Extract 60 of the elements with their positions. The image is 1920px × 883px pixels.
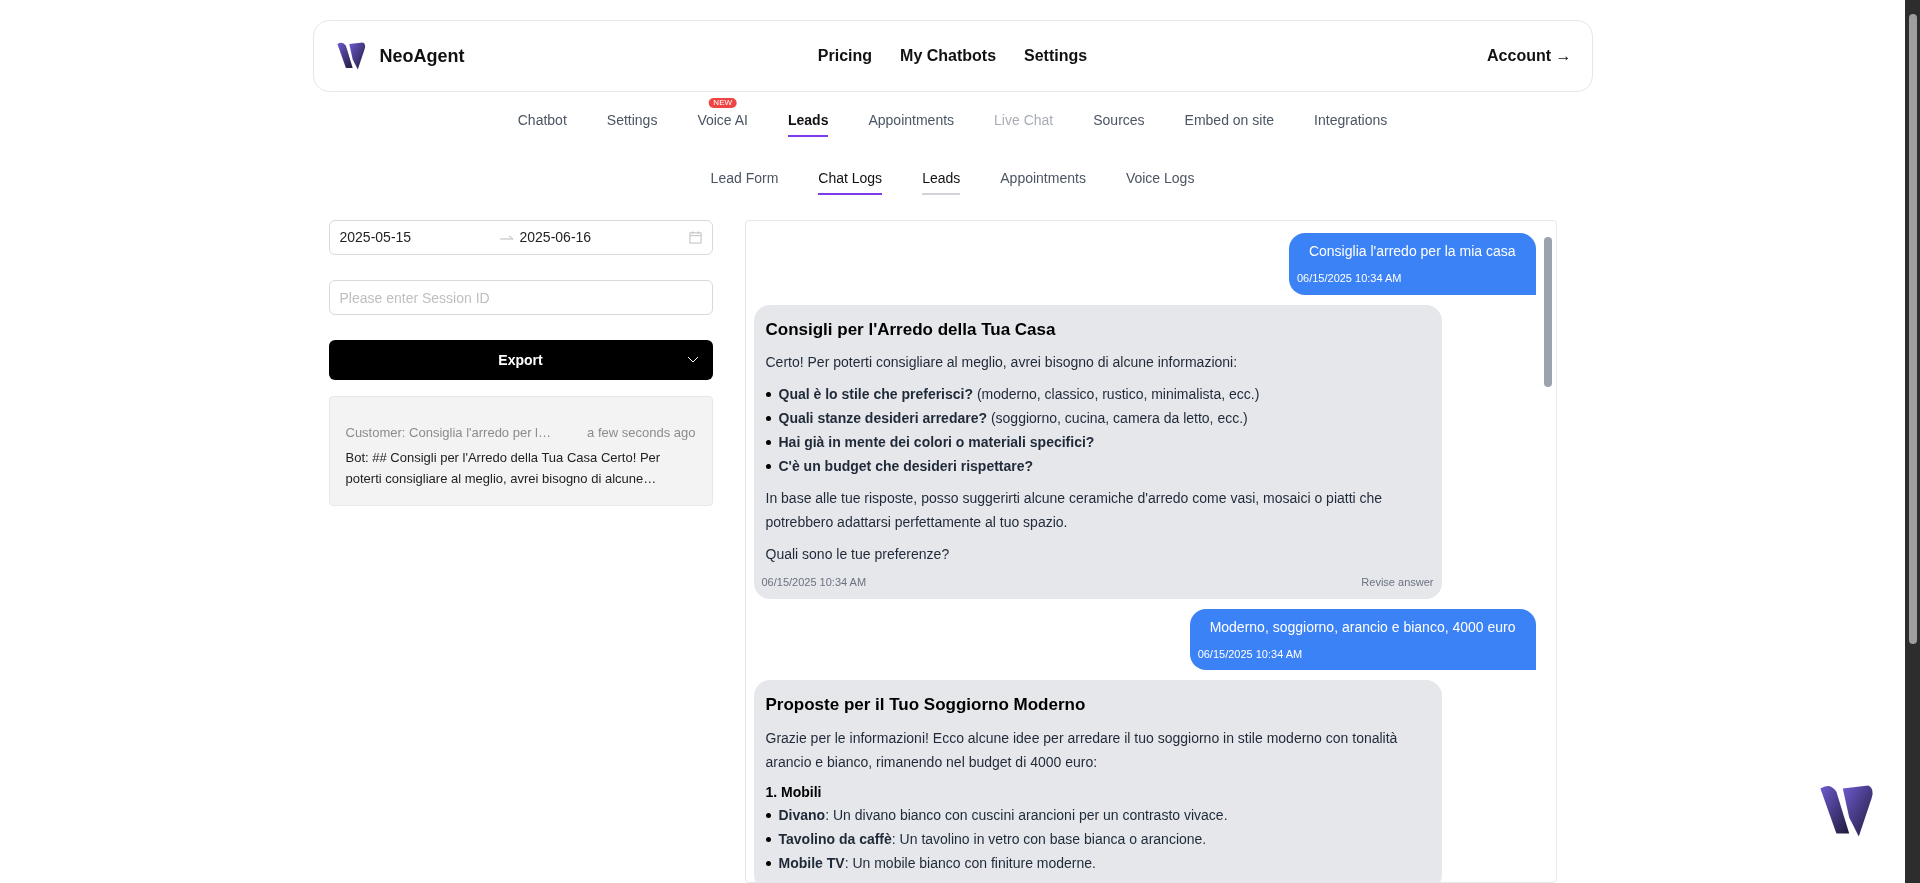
message-paragraph: Quali sono le tue preferenze? bbox=[765, 545, 951, 564]
nav-tab[interactable]: Settings bbox=[606, 110, 658, 137]
bullet-icon bbox=[765, 440, 771, 445]
message-paragraph: In base alle tue risposte, posso suggerirti alcune ceramiche d'arredo come vasi, mosaici o piatti che potrebbero adattarsi perfettamente al tuo spazio. bbox=[765, 489, 1384, 532]
nav-tab[interactable]: Chatbot bbox=[517, 110, 567, 137]
nav-tab[interactable]: Voice AI bbox=[697, 110, 748, 137]
session-id-field[interactable]: Please enter Session ID bbox=[328, 280, 713, 315]
nav-link[interactable]: Pricing bbox=[817, 44, 873, 68]
list-item: Mobile TV: Un mobile bianco con finiture moderne. bbox=[778, 853, 1096, 873]
message-subheading: 1. Mobili bbox=[765, 782, 823, 802]
message-paragraph: Certo! Per poterti consigliare al meglio, avrei bisogno di alcune informazioni: bbox=[765, 353, 1239, 372]
revise-answer-link[interactable]: Revise answer bbox=[1361, 574, 1434, 591]
start-date: 2025-05-15 bbox=[339, 228, 413, 247]
bullet-icon bbox=[765, 464, 771, 469]
message-heading: Consigli per l'Arredo della Tua Casa bbox=[765, 318, 1057, 341]
scrollbar[interactable] bbox=[1543, 237, 1552, 387]
nav-tab[interactable]: Sources bbox=[1093, 110, 1145, 137]
bullet-icon bbox=[765, 416, 771, 421]
sub-tab[interactable]: Appointments bbox=[1000, 168, 1086, 195]
calendar-icon bbox=[688, 231, 702, 244]
chevron-down-icon bbox=[686, 356, 699, 364]
bullet-icon bbox=[765, 812, 771, 818]
list-item: Qual è lo stile che preferisci? (moderno, classico, rustico, minimalista, ecc.) bbox=[778, 385, 1260, 404]
customer-preview: Customer: Consiglia l'arredo per l… bbox=[345, 424, 551, 442]
date-range-field[interactable]: 2025-05-15 2025-06-16 bbox=[328, 220, 713, 255]
brand-name[interactable]: NeoAgent bbox=[379, 42, 465, 70]
list-item: Quali stanze desideri arredare? (soggiorno, cucina, camera da letto, ecc.) bbox=[778, 409, 1248, 428]
nav-tab[interactable]: Integrations bbox=[1314, 110, 1388, 137]
nav-link[interactable]: My Chatbots bbox=[900, 44, 997, 68]
nav-tab[interactable]: Leads bbox=[788, 110, 829, 137]
sub-tab[interactable]: Chat Logs bbox=[818, 168, 883, 195]
arrow-icon bbox=[499, 234, 514, 241]
export-button[interactable]: Export bbox=[328, 340, 713, 380]
list-item: Hai già in mente dei colori o materiali specifici? bbox=[778, 433, 1095, 452]
scrollbar-thumb[interactable] bbox=[1908, 14, 1917, 644]
new-badge: NEW bbox=[708, 98, 737, 108]
session-time: a few seconds ago bbox=[587, 424, 696, 442]
nav-tab[interactable]: Appointments bbox=[868, 110, 955, 137]
bullet-icon bbox=[765, 392, 771, 397]
nav-tab[interactable]: Embed on site bbox=[1184, 110, 1275, 137]
nav-link[interactable]: Settings bbox=[1024, 44, 1088, 68]
message-paragraph: Grazie per le informazioni! Ecco alcune idee per arredare il tuo soggiorno in stile moderno con tonalità arancio e bianco, rimanendo nel budget di 4000 euro: bbox=[765, 728, 1399, 772]
sub-tab[interactable]: Voice Logs bbox=[1125, 168, 1195, 195]
message-text: Consiglia l'arredo per la mia casa bbox=[1307, 242, 1517, 261]
message-time: 06/15/2025 10:34 AM bbox=[1197, 646, 1304, 662]
list-item: C'è un budget che desideri rispettare? bbox=[778, 457, 1034, 476]
bot-preview: Bot: ## Consigli per l'Arredo della Tua Casa Certo! Per poterti consigliare al meglio, avrei bisogno di alcune… bbox=[345, 448, 662, 488]
end-date: 2025-06-16 bbox=[519, 228, 593, 247]
message-text: Moderno, soggiorno, arancio e bianco, 4000 euro bbox=[1208, 617, 1517, 637]
sub-tab[interactable]: Leads bbox=[922, 168, 961, 195]
message-time: 06/15/2025 10:34 AM bbox=[761, 575, 867, 590]
list-item: Divano: Un divano bianco con cuscini arancioni per un contrasto vivace. bbox=[778, 805, 1228, 825]
bullet-icon bbox=[765, 860, 771, 866]
session-card[interactable]: Customer: Consiglia l'arredo per l… a few seconds ago Bot: ## Consigli per l'Arredo della Tua Casa Certo! Per poterti consigliare al meglio, avrei bisogno di alcune… bbox=[328, 396, 713, 506]
sub-tab[interactable]: Lead Form bbox=[710, 168, 779, 195]
bullet-icon bbox=[765, 836, 771, 842]
message-time: 06/15/2025 10:34 AM bbox=[1296, 271, 1403, 286]
account-link[interactable]: Account → bbox=[1271, 44, 1572, 68]
list-item: Tavolino da caffè: Un tavolino in vetro con base bianca o arancione. bbox=[778, 829, 1207, 849]
message-heading: Proposte per il Tuo Soggiorno Moderno bbox=[765, 694, 1087, 716]
